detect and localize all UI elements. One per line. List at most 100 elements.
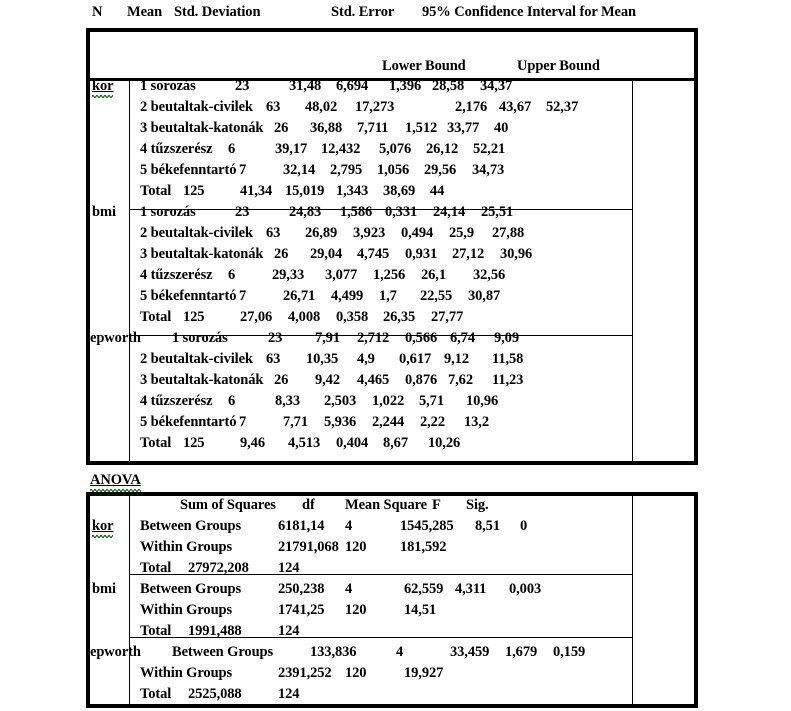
table-row-cell-sd: 3,923 xyxy=(353,225,386,241)
table-row-cell-upper: 9,09 xyxy=(494,330,519,346)
table-row-cell-group: Total xyxy=(140,435,172,451)
table-row-cell-se: 0,931 xyxy=(405,246,438,262)
table-row-cell-lower: 24,14 xyxy=(433,204,466,220)
table-row-cell-sd: 4,465 xyxy=(357,372,390,388)
table-row-cell-df: 4 xyxy=(345,518,353,534)
table-row-cell-se: 5,076 xyxy=(379,141,412,157)
table-row-cell-ss: 2391,252 xyxy=(278,665,332,681)
table-row-cell-n: 23 xyxy=(235,204,250,220)
table-row-cell-sd: 12,432 xyxy=(321,141,361,157)
table-row-cell-mean: 26,71 xyxy=(283,288,316,304)
table-row-cell-source: Within Groups xyxy=(140,602,233,618)
table-row-cell-df: 4 xyxy=(396,644,404,660)
anova-label-divider xyxy=(129,495,130,707)
table-row-cell-group: Total xyxy=(140,309,172,325)
table-row-cell-mean: 31,48 xyxy=(289,78,322,94)
table-row-cell-ss: 1741,25 xyxy=(278,602,325,618)
table-row-cell-group: 4 tűzszerész xyxy=(140,393,213,409)
table-row-cell-se: 0,331 xyxy=(385,204,418,220)
table-row-cell-se: 0,404 xyxy=(336,435,369,451)
table-row-cell-group: 5 békefenntartó xyxy=(140,288,237,304)
table-row-cell-n: 23 xyxy=(268,330,283,346)
table-row-cell-group: 1 sorozás xyxy=(172,330,228,346)
descriptives-group-label-kor: kor xyxy=(92,78,114,98)
table-row-cell-lower: 22,55 xyxy=(420,288,453,304)
table-row-cell-lower: 38,69 xyxy=(383,183,416,199)
table-row-cell-group: 3 beutaltak-katonák xyxy=(140,246,264,262)
descriptives-header-lower-bound: Lower Bound xyxy=(382,58,466,74)
table-row-cell-source: Total xyxy=(140,623,172,639)
table-row-cell-upper: 13,2 xyxy=(464,414,489,430)
table-row-cell-n: 125 xyxy=(183,183,205,199)
table-row-cell-ms: 14,51 xyxy=(404,602,437,618)
descriptives-header-mean: Mean xyxy=(127,4,163,20)
table-row-cell-se: 0,617 xyxy=(399,351,432,367)
table-row-cell-upper: 32,56 xyxy=(473,267,506,283)
table-row-cell-sd: 17,273 xyxy=(355,99,395,115)
table-row-cell-upper: 10,96 xyxy=(466,393,499,409)
table-row-cell-lower: 43,67 xyxy=(499,99,532,115)
table-row-cell-lower: 5,71 xyxy=(419,393,444,409)
table-row-cell-upper: 52,37 xyxy=(546,99,579,115)
table-row-cell-se: 1,056 xyxy=(377,162,410,178)
table-row-cell-upper: 30,96 xyxy=(500,246,533,262)
table-row-cell-mean: 29,04 xyxy=(310,246,343,262)
table-row-cell-upper: 27,88 xyxy=(492,225,525,241)
anova-header-f: F xyxy=(432,497,441,513)
table-row-cell-n: 6 xyxy=(228,141,236,157)
table-row-cell-group: 2 beutaltak-civilek xyxy=(140,99,253,115)
table-row-cell-sd: 4,745 xyxy=(357,246,390,262)
table-row-cell-n: 63 xyxy=(266,99,281,115)
table-row-cell-lower: 6,74 xyxy=(450,330,475,346)
table-row-cell-sd: 4,008 xyxy=(288,309,321,325)
descriptives-group-label-kor-text: kor xyxy=(92,78,114,98)
table-row-cell-se: 1,7 xyxy=(379,288,397,304)
table-row-cell-upper: 34,37 xyxy=(480,78,513,94)
table-row-cell-se: 1,512 xyxy=(405,120,438,136)
table-row-cell-mean: 8,33 xyxy=(275,393,300,409)
table-row-cell-sd: 2,503 xyxy=(324,393,357,409)
table-row-cell-n: 125 xyxy=(183,309,205,325)
anova-header-df: df xyxy=(302,497,315,513)
descriptives-header-se: Std. Error xyxy=(331,4,395,20)
anova-group-label-kor: kor xyxy=(92,518,114,538)
table-row-cell-se: 1,396 xyxy=(389,78,422,94)
table-row-cell-sd: 2,712 xyxy=(357,330,390,346)
table-row-cell-n: 125 xyxy=(183,435,205,451)
table-row-cell-mean: 32,14 xyxy=(283,162,316,178)
table-row-cell-lower: 8,67 xyxy=(383,435,408,451)
descriptives-right-divider xyxy=(632,81,633,464)
table-row-cell-lower: 26,35 xyxy=(383,309,416,325)
table-row-cell-upper: 10,26 xyxy=(428,435,461,451)
table-row-cell-group: 4 tűzszerész xyxy=(140,141,213,157)
table-row-cell-sd: 15,019 xyxy=(285,183,325,199)
table-row-cell-group: 5 békefenntartó xyxy=(140,414,237,430)
table-row-cell-se: 0,876 xyxy=(405,372,438,388)
table-row-cell-mean: 39,17 xyxy=(275,141,308,157)
table-row-cell-ss: 21791,068 xyxy=(278,539,339,555)
table-row-cell-f: 1,679 xyxy=(505,644,538,660)
table-row-cell-df: 120 xyxy=(345,539,367,555)
table-row-cell-sig: 0 xyxy=(520,518,528,534)
table-row-cell-df: 120 xyxy=(345,602,367,618)
table-row-cell-group: Total xyxy=(140,183,172,199)
table-row-cell-ms: 19,927 xyxy=(404,665,444,681)
anova-header-sig: Sig. xyxy=(466,497,489,513)
table-row-cell-sd: 1,586 xyxy=(340,204,373,220)
table-row-cell-source: Between Groups xyxy=(172,644,274,660)
table-row-cell-source: Total xyxy=(140,560,172,576)
table-row-cell-df: 120 xyxy=(345,665,367,681)
table-row-cell-lower: 9,12 xyxy=(444,351,469,367)
descriptives-group-rule-1 xyxy=(129,209,632,210)
table-row-cell-lower: 26,12 xyxy=(426,141,459,157)
table-row-cell-mean: 36,88 xyxy=(310,120,343,136)
anova-header-sum-of-squares: Sum of Squares xyxy=(180,497,276,513)
table-row-cell-source: Between Groups xyxy=(140,518,242,534)
table-row-cell-se: 2,244 xyxy=(372,414,405,430)
anova-header-mean-square: Mean Square xyxy=(345,497,428,513)
table-row-cell-se: 1,343 xyxy=(336,183,369,199)
table-row-cell-mean: 27,06 xyxy=(240,309,273,325)
table-row-cell-lower: 25,9 xyxy=(449,225,474,241)
table-row-cell-sd: 7,711 xyxy=(357,120,389,136)
descriptives-header-upper-bound: Upper Bound xyxy=(517,58,600,74)
